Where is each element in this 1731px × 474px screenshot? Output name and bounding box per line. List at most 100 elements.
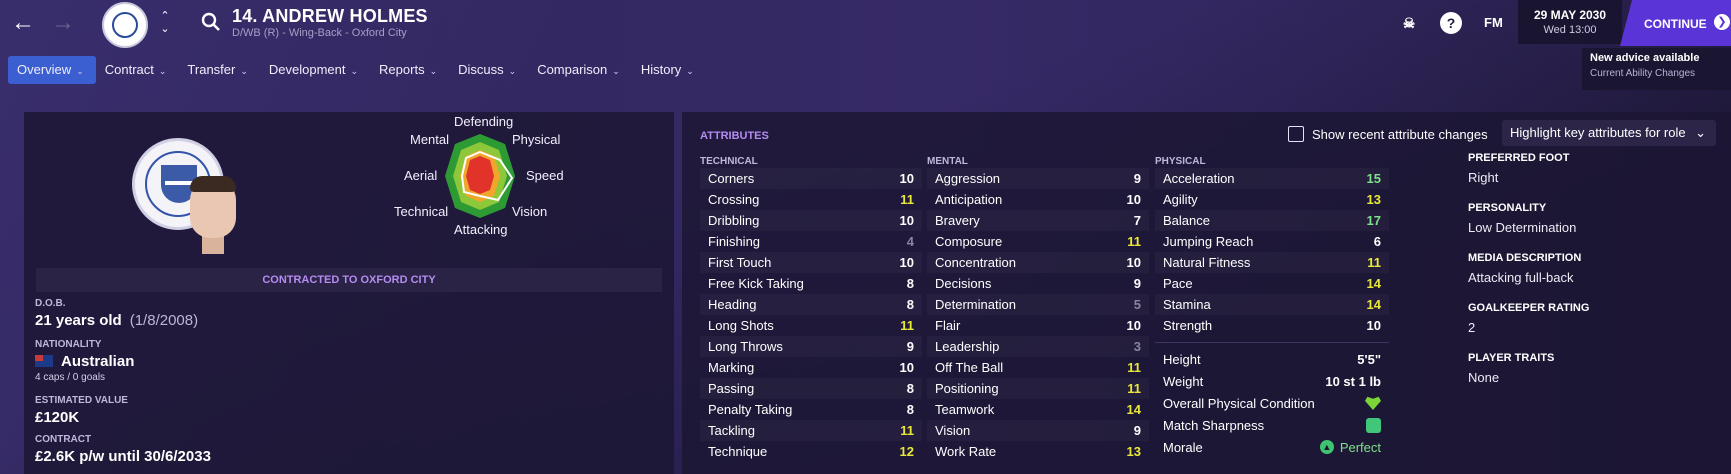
attribute-value: 11 xyxy=(900,318,914,333)
attribute-name: Positioning xyxy=(935,381,999,396)
menu-label: Comparison xyxy=(537,62,608,77)
weight-value: 10 st 1 lb xyxy=(1325,373,1381,389)
technical-attribute-row[interactable]: Penalty Taking 8 xyxy=(700,399,922,420)
mental-attribute-row[interactable]: Determination 5 xyxy=(927,294,1149,315)
continue-button[interactable]: CONTINUE ❯ xyxy=(1620,0,1731,46)
attribute-value: 8 xyxy=(906,297,914,312)
game-date[interactable]: 29 MAY 2030 Wed 13:00 xyxy=(1518,0,1622,44)
technical-attribute-row[interactable]: Tackling 11 xyxy=(700,420,922,441)
search-icon[interactable] xyxy=(201,12,221,32)
back-arrow-icon[interactable]: ← xyxy=(10,10,36,36)
technical-attribute-row[interactable]: Marking 10 xyxy=(700,357,922,378)
forward-arrow-icon[interactable]: → xyxy=(50,10,76,36)
mental-attribute-row[interactable]: Decisions 9 xyxy=(927,273,1149,294)
attribute-name: Anticipation xyxy=(935,192,1003,207)
mental-attribute-row[interactable]: Teamwork 14 xyxy=(927,399,1149,420)
show-changes-label: Show recent attribute changes xyxy=(1312,126,1488,142)
technical-attribute-row[interactable]: Technique 12 xyxy=(700,441,922,462)
physical-attribute-row[interactable]: Acceleration 15 xyxy=(1155,168,1389,189)
mental-attribute-row[interactable]: Flair 10 xyxy=(927,315,1149,336)
technical-attribute-row[interactable]: Crossing 11 xyxy=(700,189,922,210)
physical-attribute-row[interactable]: Pace 14 xyxy=(1155,273,1389,294)
menu-overview[interactable]: Overview ⌄ xyxy=(8,56,96,84)
attribute-value: 10 xyxy=(899,213,914,228)
mental-attribute-row[interactable]: Anticipation 10 xyxy=(927,189,1149,210)
help-icon[interactable]: ? xyxy=(1440,12,1462,34)
technical-column: TECHNICAL Corners 10 Crossing 11 Dribbling 10… xyxy=(700,156,922,462)
nationality-label: NATIONALITY xyxy=(35,339,102,350)
attribute-name: Leadership xyxy=(935,339,1000,354)
physical-attribute-row[interactable]: Stamina 14 xyxy=(1155,294,1389,315)
skull-icon[interactable]: ☠ xyxy=(1398,12,1420,34)
attribute-name: Jumping Reach xyxy=(1163,234,1254,249)
technical-attribute-row[interactable]: Long Shots 11 xyxy=(700,315,922,336)
player-menu-bar: Overview ⌄ Contract ⌄ Transfer ⌄ Development ⌄ R… xyxy=(8,56,706,84)
physical-attribute-row[interactable]: Balance 17 xyxy=(1155,210,1389,231)
technical-attribute-row[interactable]: First Touch 10 xyxy=(700,252,922,273)
chevron-up-icon[interactable]: ⌃ xyxy=(158,10,172,23)
condition-row: Overall Physical Condition xyxy=(1155,392,1389,414)
technical-attribute-row[interactable]: Long Throws 9 xyxy=(700,336,922,357)
caps-value: 4 caps / 0 goals xyxy=(35,372,106,383)
attribute-value: 11 xyxy=(900,192,914,207)
menu-discuss[interactable]: Discuss ⌄ xyxy=(449,56,528,84)
menu-label: Discuss xyxy=(458,62,504,77)
mental-attribute-row[interactable]: Leadership 3 xyxy=(927,336,1149,357)
attribute-value: 11 xyxy=(1367,255,1381,270)
mental-attribute-row[interactable]: Concentration 10 xyxy=(927,252,1149,273)
physical-attribute-row[interactable]: Agility 13 xyxy=(1155,189,1389,210)
physical-attribute-row[interactable]: Jumping Reach 6 xyxy=(1155,231,1389,252)
condition-label: Overall Physical Condition xyxy=(1163,395,1315,411)
attribute-value: 17 xyxy=(1366,213,1381,228)
menu-transfer[interactable]: Transfer ⌄ xyxy=(178,56,259,84)
attributes-title: ATTRIBUTES xyxy=(700,130,769,142)
preferred-foot-block: PREFERRED FOOT Right xyxy=(1468,152,1718,185)
technical-attribute-row[interactable]: Passing 8 xyxy=(700,378,922,399)
technical-attribute-row[interactable]: Finishing 4 xyxy=(700,231,922,252)
physical-attribute-row[interactable]: Strength 10 xyxy=(1155,315,1389,336)
technical-attribute-row[interactable]: Corners 10 xyxy=(700,168,922,189)
attribute-value: 13 xyxy=(1126,444,1141,459)
menu-comparison[interactable]: Comparison ⌄ xyxy=(528,56,632,84)
highlight-attributes-dropdown[interactable]: Highlight key attributes for role ⌄ xyxy=(1502,120,1716,146)
fm-menu-button[interactable]: FM xyxy=(1484,15,1503,30)
menu-development[interactable]: Development ⌄ xyxy=(260,56,370,84)
mental-attribute-row[interactable]: Bravery 7 xyxy=(927,210,1149,231)
attribute-name: Bravery xyxy=(935,213,980,228)
nationality-value[interactable]: Australian xyxy=(35,353,134,370)
weight-row: Weight 10 st 1 lb xyxy=(1155,370,1389,392)
mental-attribute-row[interactable]: Positioning 11 xyxy=(927,378,1149,399)
mental-attribute-row[interactable]: Aggression 9 xyxy=(927,168,1149,189)
attribute-name: Technique xyxy=(708,444,768,459)
foot-label: PREFERRED FOOT xyxy=(1468,152,1570,164)
age-value: 21 years old (1/8/2008) xyxy=(35,312,198,329)
show-changes-toggle[interactable]: Show recent attribute changes xyxy=(1288,126,1488,142)
advice-notification[interactable]: New advice available Current Ability Cha… xyxy=(1582,48,1731,90)
physical-attribute-row[interactable]: Natural Fitness 11 xyxy=(1155,252,1389,273)
attribute-value: 5 xyxy=(1133,297,1141,312)
technical-attribute-row[interactable]: Heading 8 xyxy=(700,294,922,315)
mental-attribute-row[interactable]: Off The Ball 11 xyxy=(927,357,1149,378)
attribute-value: 11 xyxy=(1127,381,1141,396)
menu-contract[interactable]: Contract ⌄ xyxy=(96,56,179,84)
player-cycle-chevrons[interactable]: ⌃ ⌄ xyxy=(158,10,172,36)
club-crest-icon[interactable] xyxy=(102,2,148,48)
traits-value: None xyxy=(1468,370,1500,385)
menu-reports[interactable]: Reports ⌄ xyxy=(370,56,449,84)
mental-attribute-row[interactable]: Vision 9 xyxy=(927,420,1149,441)
mental-attribute-row[interactable]: Work Rate 13 xyxy=(927,441,1149,462)
show-changes-checkbox[interactable] xyxy=(1288,126,1304,142)
age-text: 21 years old xyxy=(35,312,122,329)
attribute-name: First Touch xyxy=(708,255,772,270)
radar-label-defending: Defending xyxy=(454,114,514,129)
technical-attribute-row[interactable]: Free Kick Taking 8 xyxy=(700,273,922,294)
chevron-down-icon[interactable]: ⌄ xyxy=(158,23,172,36)
radar-label-vision: Vision xyxy=(512,204,548,219)
menu-label: Overview xyxy=(17,62,72,77)
menu-label: History xyxy=(640,62,682,77)
mental-attribute-row[interactable]: Composure 11 xyxy=(927,231,1149,252)
attribute-name: Long Throws xyxy=(708,339,783,354)
technical-attribute-row[interactable]: Dribbling 10 xyxy=(700,210,922,231)
menu-history[interactable]: History ⌄ xyxy=(632,56,706,84)
date-main: 29 MAY 2030 xyxy=(1533,8,1607,22)
